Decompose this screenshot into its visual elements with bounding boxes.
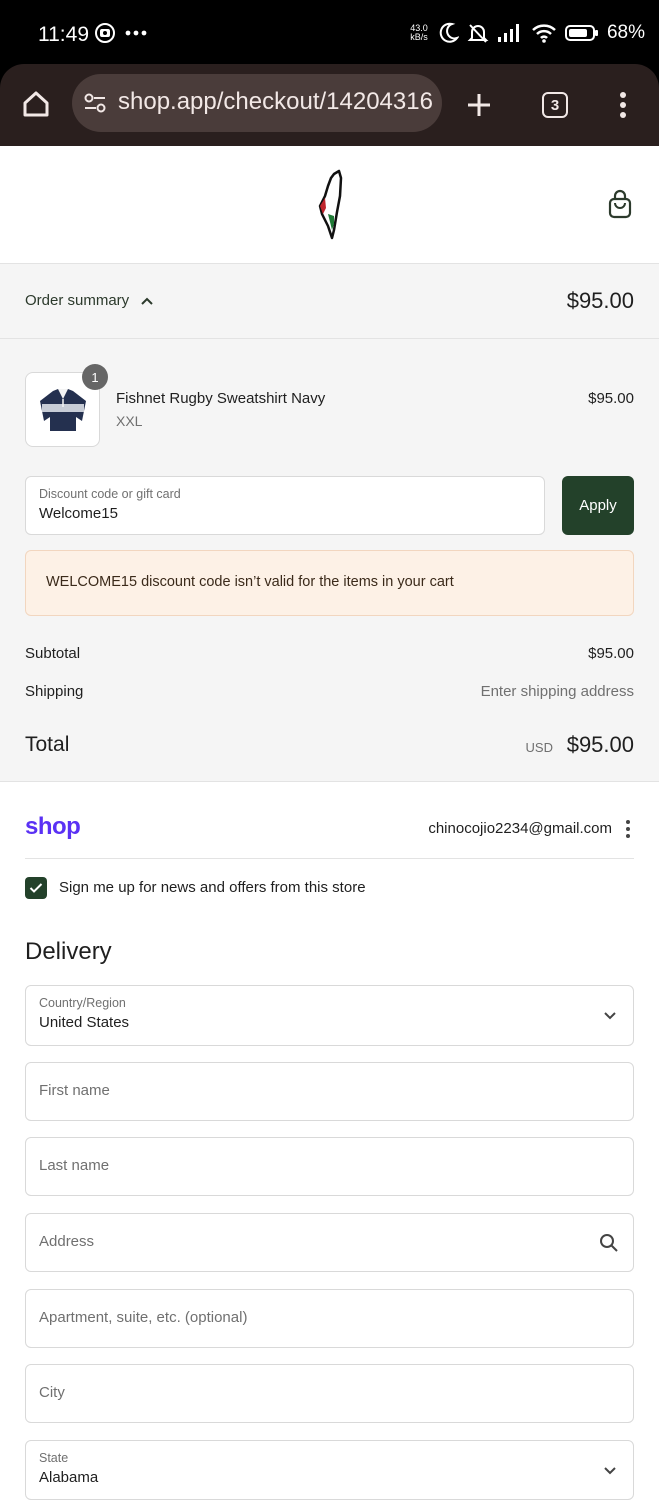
address-bar[interactable]: shop.app/checkout/14204316 [72, 74, 442, 132]
state-select[interactable]: State Alabama [25, 1440, 634, 1500]
product-price: $95.00 [588, 390, 634, 407]
city-placeholder: City [39, 1384, 65, 1401]
shop-pay-logo: shop [25, 813, 81, 840]
more-dots-icon [125, 30, 147, 36]
battery-percent: 68% [606, 22, 645, 43]
more-vert-icon [620, 92, 626, 118]
discount-code-field[interactable]: Discount code or gift card Welcome15 [25, 476, 545, 535]
tab-switcher-button[interactable]: 3 [538, 88, 572, 122]
last-name-placeholder: Last name [39, 1157, 110, 1174]
apply-discount-button[interactable]: Apply [562, 476, 634, 535]
store-header [0, 146, 659, 264]
chevron-up-icon [141, 297, 153, 305]
home-button[interactable] [18, 86, 54, 122]
state-value: Alabama [39, 1469, 99, 1486]
newsletter-checkbox[interactable] [25, 877, 47, 899]
browser-menu-button[interactable] [608, 86, 638, 124]
chevron-down-icon [604, 1012, 616, 1020]
tab-count: 3 [542, 92, 568, 118]
sweatshirt-image [40, 389, 86, 431]
home-icon [23, 91, 49, 117]
check-icon [29, 883, 43, 893]
total-value: $95.00 [566, 732, 634, 757]
net-speed-unit: kB/s [410, 32, 428, 42]
city-field[interactable]: City [25, 1364, 634, 1423]
total-currency: USD [525, 740, 553, 755]
discount-code-value: Welcome15 [39, 505, 118, 522]
moon-icon [439, 22, 459, 43]
account-email: chinocojio2234@gmail.com [428, 820, 612, 837]
order-summary-total: $95.00 [566, 288, 634, 313]
order-summary-toggle[interactable]: Order summary $95.00 [0, 264, 659, 339]
more-vert-icon [626, 820, 630, 838]
site-settings-icon [84, 93, 106, 113]
search-icon [600, 1234, 618, 1252]
discount-code-label: Discount code or gift card [39, 487, 181, 501]
store-logo[interactable] [312, 168, 348, 240]
shopping-bag-icon [608, 189, 632, 219]
delivery-heading: Delivery [25, 938, 112, 965]
total-label: Total [25, 733, 70, 756]
discount-error-text: WELCOME15 discount code isn’t valid for … [46, 574, 454, 590]
status-time: 11:49 [38, 23, 89, 46]
order-summary-panel: 1 Fishnet Rugby Sweatshirt Navy XXL $95.… [0, 339, 659, 782]
plus-icon [468, 94, 490, 116]
chevron-down-icon [604, 1467, 616, 1475]
account-menu-button[interactable] [625, 819, 631, 839]
country-value: United States [39, 1014, 130, 1031]
new-tab-button[interactable] [462, 88, 496, 122]
order-summary-label[interactable]: Order summary [25, 292, 153, 309]
cart-button[interactable] [604, 188, 636, 222]
browser-toolbar: shop.app/checkout/14204316 3 [0, 64, 659, 146]
wifi-icon [532, 24, 556, 43]
quantity-badge: 1 [82, 364, 108, 390]
status-bar: 11:49 43.0 kB/s 68% [0, 0, 659, 64]
first-name-placeholder: First name [39, 1082, 110, 1099]
bell-muted-icon [467, 24, 489, 43]
shipping-label: Shipping [25, 683, 84, 700]
product-variant: XXL [116, 413, 143, 429]
country-select[interactable]: Country/Region United States [25, 985, 634, 1046]
net-speed: 43.0 kB/s [407, 24, 431, 42]
shipping-value: Enter shipping address [480, 683, 634, 700]
discount-error-banner: WELCOME15 discount code isn’t valid for … [25, 550, 634, 616]
state-label: State [39, 1451, 69, 1465]
apartment-placeholder: Apartment, suite, etc. (optional) [39, 1309, 248, 1326]
signal-icon [497, 24, 519, 42]
apartment-field[interactable]: Apartment, suite, etc. (optional) [25, 1289, 634, 1348]
last-name-field[interactable]: Last name [25, 1137, 634, 1196]
subtotal-value: $95.00 [588, 645, 634, 662]
account-divider [25, 858, 634, 859]
product-name: Fishnet Rugby Sweatshirt Navy [116, 390, 326, 407]
newsletter-label[interactable]: Sign me up for news and offers from this… [59, 879, 366, 896]
record-app-icon [95, 23, 115, 43]
subtotal-label: Subtotal [25, 645, 81, 662]
country-label: Country/Region [39, 996, 126, 1010]
first-name-field[interactable]: First name [25, 1062, 634, 1121]
order-summary-text: Order summary [25, 292, 130, 309]
address-field[interactable]: Address [25, 1213, 634, 1272]
status-system-icons: 43.0 kB/s 68% [407, 22, 645, 44]
address-placeholder: Address [39, 1233, 95, 1250]
status-notification-icons [94, 22, 148, 44]
battery-icon [564, 25, 598, 41]
url-text: shop.app/checkout/14204316 [118, 88, 433, 115]
